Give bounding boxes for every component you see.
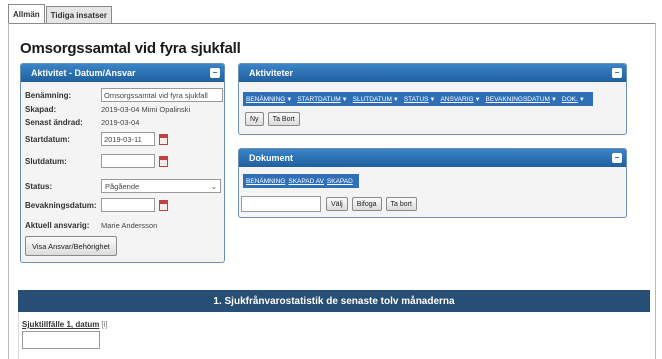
column-benamning[interactable]: BENÄMNING▼ xyxy=(246,96,292,103)
bevakningsdatum-label: Bevakningsdatum: xyxy=(25,200,97,210)
column-slutdatum[interactable]: SLUTDATUM▼ xyxy=(353,96,399,103)
startdatum-label: Startdatum: xyxy=(25,134,70,144)
benamning-input[interactable] xyxy=(101,88,223,102)
dokument-actions: Välj Bifoga Ta bort xyxy=(241,196,417,212)
info-icon[interactable]: [i] xyxy=(101,320,107,329)
dokument-panel-header: Dokument − xyxy=(239,149,626,167)
column-startdatum[interactable]: STARTDATUM▼ xyxy=(297,96,347,103)
column-startdatum-label: STARTDATUM xyxy=(297,95,341,103)
activity-panel: Aktivitet - Datum/Ansvar − Benämning: Sk… xyxy=(20,63,225,263)
ansvarig-label: Aktuell ansvarig: xyxy=(25,221,90,230)
calendar-icon[interactable] xyxy=(159,155,168,167)
column-ansvarig-label: ANSVARIG xyxy=(440,95,474,103)
column-benamning-label: BENÄMNING xyxy=(246,95,286,103)
column-status[interactable]: STATUS▼ xyxy=(404,96,436,103)
skapad-row: Skapad: 2019-03-04 Mimi Opalinski xyxy=(25,105,190,114)
tab-allman[interactable]: Allmän xyxy=(8,4,45,24)
chevron-down-icon: ⌄ xyxy=(210,181,217,191)
triangle-down-icon: ▼ xyxy=(550,96,557,103)
choose-file-button[interactable]: Välj xyxy=(326,197,348,211)
status-select[interactable]: Pågående ⌄ xyxy=(101,179,221,193)
column-benamning[interactable]: BENÄMNING xyxy=(246,178,285,185)
column-bevakningsdatum-label: BEVAKNINGSDATUM xyxy=(485,95,550,103)
triangle-down-icon: ▼ xyxy=(474,96,481,103)
benamning-label: Benämning: xyxy=(25,90,72,100)
delete-document-button[interactable]: Ta bort xyxy=(385,197,417,211)
senast-andrad-label: Senast ändrad: xyxy=(25,118,83,127)
column-skapad-av[interactable]: SKAPAD AV xyxy=(288,178,324,185)
aktiviteter-buttons: Ny Ta Bort xyxy=(245,112,300,126)
dokument-panel: Dokument − BENÄMNING SKAPAD AV SKAPAD Vä… xyxy=(238,148,627,218)
triangle-down-icon: ▼ xyxy=(392,96,399,103)
calendar-icon[interactable] xyxy=(159,199,168,211)
column-ansvarig[interactable]: ANSVARIG▼ xyxy=(440,96,480,103)
benamning-row: Benämning: xyxy=(25,88,223,102)
section-body xyxy=(18,312,650,359)
delete-activity-button[interactable]: Ta Bort xyxy=(267,112,300,126)
status-row: Status: Pågående ⌄ xyxy=(25,179,221,193)
aktiviteter-panel: Aktiviteter − BENÄMNING▼ STARTDATUM▼ SLU… xyxy=(238,63,627,135)
new-activity-button[interactable]: Ny xyxy=(245,112,264,126)
status-label: Status: xyxy=(25,181,53,191)
bevakningsdatum-input[interactable] xyxy=(101,198,155,212)
sjuktillfalle-label-text: Sjuktillfälle 1, datum xyxy=(22,320,100,329)
skapad-label: Skapad: xyxy=(25,105,57,114)
slutdatum-row: Slutdatum: xyxy=(25,154,168,168)
column-dok[interactable]: DOK.▼ xyxy=(562,96,585,103)
triangle-down-icon: ▼ xyxy=(286,96,293,103)
collapse-icon[interactable]: − xyxy=(612,68,622,78)
senast-andrad-row: Senast ändrad: 2019-03-04 xyxy=(25,118,139,127)
column-dok-label: DOK. xyxy=(561,95,578,103)
column-bevakningsdatum[interactable]: BEVAKNINGSDATUM▼ xyxy=(486,96,557,103)
aktiviteter-panel-header: Aktiviteter − xyxy=(239,64,626,82)
section-header: 1. Sjukfrånvarostatistik de senaste tolv… xyxy=(18,290,650,312)
sjuktillfalle-label: Sjuktillfälle 1, datum [i] xyxy=(22,320,108,329)
activity-panel-header: Aktivitet - Datum/Ansvar − xyxy=(21,64,224,82)
skapad-value: 2019-03-04 Mimi Opalinski xyxy=(101,105,191,114)
tab-tidiga-insatser[interactable]: Tidiga insatser xyxy=(45,6,112,24)
triangle-down-icon: ▼ xyxy=(578,96,585,103)
ansvarig-value: Marie Andersson xyxy=(101,221,158,230)
bevakningsdatum-row: Bevakningsdatum: xyxy=(25,198,168,212)
show-responsibility-button[interactable]: Visa Ansvar/Behörighet xyxy=(25,236,117,256)
column-skapad[interactable]: SKAPAD xyxy=(327,178,353,185)
status-value: Pågående xyxy=(105,181,140,191)
file-input[interactable] xyxy=(241,196,321,212)
calendar-icon[interactable] xyxy=(159,133,168,145)
tab-bar: Allmän Tidiga insatser xyxy=(8,4,113,24)
aktiviteter-panel-title: Aktiviteter xyxy=(249,68,294,78)
ansvarig-row: Aktuell ansvarig: Marie Andersson xyxy=(25,221,157,230)
senast-andrad-value: 2019-03-04 xyxy=(101,118,140,127)
slutdatum-label: Slutdatum: xyxy=(25,156,67,166)
triangle-down-icon: ▼ xyxy=(341,96,348,103)
triangle-down-icon: ▼ xyxy=(429,96,436,103)
slutdatum-input[interactable] xyxy=(101,154,155,168)
sjuktillfalle-date-input[interactable] xyxy=(22,331,100,349)
dokument-panel-title: Dokument xyxy=(249,153,294,163)
column-status-label: STATUS xyxy=(403,95,429,103)
aktiviteter-column-bar: BENÄMNING▼ STARTDATUM▼ SLUTDATUM▼ STATUS… xyxy=(243,92,593,106)
startdatum-input[interactable] xyxy=(101,132,155,146)
collapse-icon[interactable]: − xyxy=(612,153,622,163)
collapse-icon[interactable]: − xyxy=(210,68,220,78)
activity-panel-title: Aktivitet - Datum/Ansvar xyxy=(31,68,136,78)
dokument-column-bar: BENÄMNING SKAPAD AV SKAPAD xyxy=(243,174,359,188)
column-slutdatum-label: SLUTDATUM xyxy=(352,95,392,103)
startdatum-row: Startdatum: xyxy=(25,132,168,146)
page-title: Omsorgssamtal vid fyra sjukfall xyxy=(20,40,241,57)
attach-button[interactable]: Bifoga xyxy=(351,197,382,211)
button-row: Visa Ansvar/Behörighet xyxy=(25,236,117,256)
